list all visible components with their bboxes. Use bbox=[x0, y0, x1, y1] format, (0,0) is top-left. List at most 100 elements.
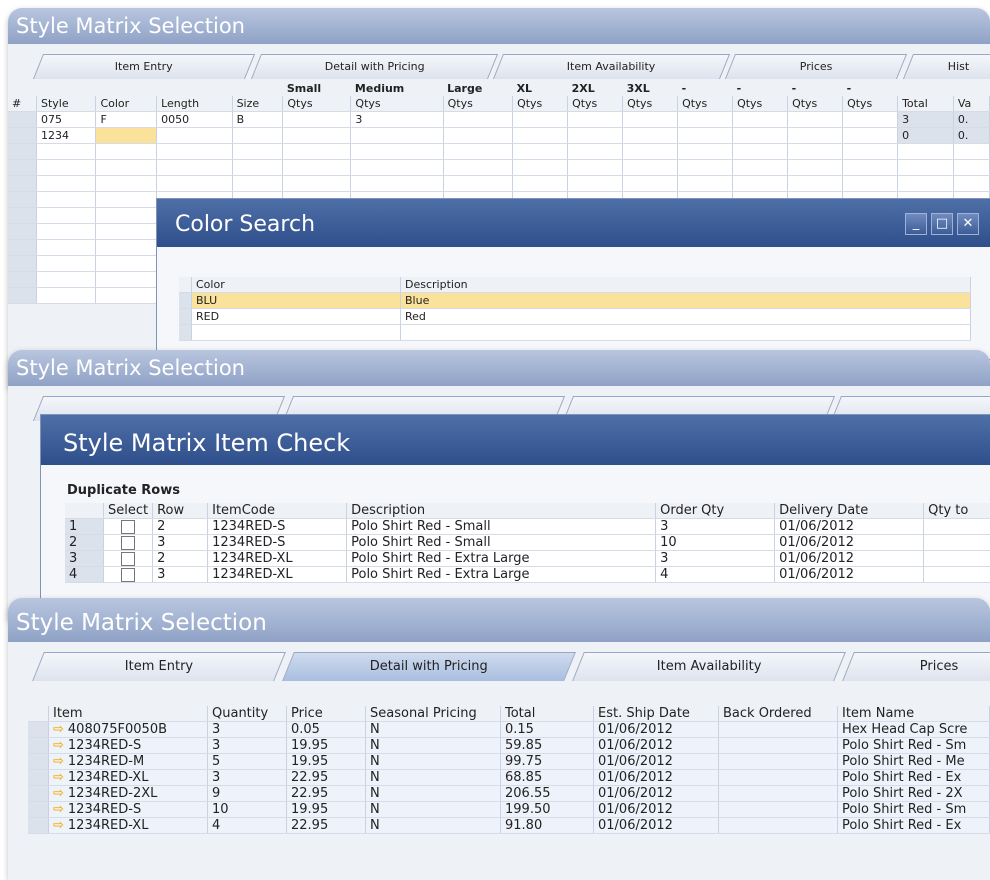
style-cell[interactable]: 075 bbox=[36, 111, 97, 128]
qty-cell[interactable] bbox=[842, 111, 899, 128]
qty-cell[interactable] bbox=[512, 127, 569, 144]
tab-detail-pricing[interactable]: Detail with Pricing bbox=[282, 652, 576, 681]
link-arrow-icon[interactable]: ⇨ bbox=[53, 754, 64, 769]
item-cell[interactable]: ⇨ 1234RED-S bbox=[48, 801, 208, 818]
seasonal-pricing-cell[interactable]: N bbox=[365, 721, 501, 738]
price-cell[interactable]: 19.95 bbox=[286, 737, 366, 754]
table-row[interactable]: ⇨ 1234RED-XL 4 22.95 N 91.80 01/06/2012 Polo Sh… bbox=[28, 817, 990, 834]
tab-item-entry[interactable]: Item Entry bbox=[32, 54, 256, 79]
quantity-cell[interactable]: 9 bbox=[207, 785, 287, 802]
qty-cell[interactable] bbox=[443, 111, 514, 128]
quantity-cell[interactable]: 3 bbox=[207, 721, 287, 738]
select-checkbox[interactable] bbox=[103, 534, 154, 551]
link-arrow-icon[interactable]: ⇨ bbox=[53, 802, 64, 817]
item-cell[interactable]: ⇨ 1234RED-2XL bbox=[48, 785, 208, 802]
select-checkbox[interactable] bbox=[103, 566, 154, 583]
qty-cell[interactable] bbox=[787, 127, 844, 144]
select-checkbox[interactable] bbox=[103, 550, 154, 567]
seasonal-pricing-cell[interactable]: N bbox=[365, 817, 501, 834]
qty-cell[interactable] bbox=[567, 127, 624, 144]
tab-detail-pricing[interactable]: Detail with Pricing bbox=[250, 54, 499, 79]
table-row[interactable]: 2 3 1234RED-S Polo Shirt Red - Small 10 … bbox=[65, 534, 990, 551]
ship-date-cell[interactable]: 01/06/2012 bbox=[593, 721, 719, 738]
qty-to-cell[interactable] bbox=[923, 550, 990, 567]
tab-prices[interactable]: Prices bbox=[724, 54, 908, 79]
link-arrow-icon[interactable]: ⇨ bbox=[53, 770, 64, 785]
size-cell[interactable] bbox=[232, 127, 284, 144]
length-cell[interactable]: 0050 bbox=[156, 111, 233, 128]
qty-cell[interactable] bbox=[842, 127, 899, 144]
table-row[interactable]: 1234 0 0. bbox=[8, 127, 990, 144]
table-row[interactable]: ⇨ 1234RED-XL 3 22.95 N 68.85 01/06/2012 Polo Sh… bbox=[28, 769, 990, 786]
seasonal-pricing-cell[interactable]: N bbox=[365, 753, 501, 770]
color-cell[interactable]: F bbox=[95, 111, 158, 128]
price-cell[interactable]: 19.95 bbox=[286, 801, 366, 818]
tab-history[interactable]: Hist bbox=[902, 54, 990, 79]
link-arrow-icon[interactable]: ⇨ bbox=[53, 818, 64, 833]
qty-cell[interactable] bbox=[282, 127, 352, 144]
seasonal-pricing-cell[interactable]: N bbox=[365, 801, 501, 818]
qty-cell[interactable] bbox=[282, 111, 352, 128]
ship-date-cell[interactable]: 01/06/2012 bbox=[593, 785, 719, 802]
price-cell[interactable]: 22.95 bbox=[286, 785, 366, 802]
item-cell[interactable]: ⇨ 1234RED-XL bbox=[48, 769, 208, 786]
seasonal-pricing-cell[interactable]: N bbox=[365, 785, 501, 802]
table-row[interactable]: 1 2 1234RED-S Polo Shirt Red - Small 3 0… bbox=[65, 518, 990, 535]
price-cell[interactable]: 22.95 bbox=[286, 769, 366, 786]
ship-date-cell[interactable]: 01/06/2012 bbox=[593, 737, 719, 754]
quantity-cell[interactable]: 10 bbox=[207, 801, 287, 818]
color-cell[interactable] bbox=[95, 127, 158, 144]
table-row[interactable]: 4 3 1234RED-XL Polo Shirt Red - Extra La… bbox=[65, 566, 990, 583]
qty-cell[interactable] bbox=[622, 111, 679, 128]
ship-date-cell[interactable]: 01/06/2012 bbox=[593, 801, 719, 818]
item-cell[interactable]: ⇨ 408075F0050B bbox=[48, 721, 208, 738]
ship-date-cell[interactable]: 01/06/2012 bbox=[593, 753, 719, 770]
ship-date-cell[interactable]: 01/06/2012 bbox=[593, 817, 719, 834]
table-row[interactable]: ⇨ 1234RED-S 10 19.95 N 199.50 01/06/2012 Polo S… bbox=[28, 801, 990, 818]
seasonal-pricing-cell[interactable]: N bbox=[365, 737, 501, 754]
qty-cell[interactable] bbox=[350, 127, 444, 144]
qty-cell[interactable] bbox=[677, 127, 734, 144]
close-icon[interactable]: ✕ bbox=[957, 213, 979, 235]
link-arrow-icon[interactable]: ⇨ bbox=[53, 738, 64, 753]
color-description[interactable]: Blue bbox=[400, 292, 971, 309]
table-row[interactable]: 075 F 0050 B 3 3 0. bbox=[8, 111, 990, 128]
table-row[interactable]: 3 2 1234RED-XL Polo Shirt Red - Extra La… bbox=[65, 550, 990, 567]
color-code[interactable]: BLU bbox=[191, 292, 401, 309]
size-cell[interactable]: B bbox=[232, 111, 284, 128]
tab-prices[interactable]: Prices bbox=[842, 652, 990, 681]
color-description[interactable]: Red bbox=[400, 308, 971, 325]
link-arrow-icon[interactable]: ⇨ bbox=[53, 786, 64, 801]
style-cell[interactable]: 1234 bbox=[36, 127, 97, 144]
price-cell[interactable]: 22.95 bbox=[286, 817, 366, 834]
color-code[interactable]: RED bbox=[191, 308, 401, 325]
qty-cell[interactable] bbox=[567, 111, 624, 128]
minimize-icon[interactable]: _ bbox=[905, 213, 927, 235]
item-cell[interactable]: ⇨ 1234RED-S bbox=[48, 737, 208, 754]
qty-to-cell[interactable] bbox=[923, 534, 990, 551]
price-cell[interactable]: 19.95 bbox=[286, 753, 366, 770]
quantity-cell[interactable]: 3 bbox=[207, 769, 287, 786]
item-cell[interactable]: ⇨ 1234RED-XL bbox=[48, 817, 208, 834]
qty-to-cell[interactable] bbox=[923, 518, 990, 535]
qty-cell[interactable] bbox=[787, 111, 844, 128]
item-cell[interactable]: ⇨ 1234RED-M bbox=[48, 753, 208, 770]
table-row[interactable]: ⇨ 1234RED-S 3 19.95 N 59.85 01/06/2012 Polo Shi… bbox=[28, 737, 990, 754]
table-row[interactable]: BLU Blue bbox=[179, 292, 971, 309]
quantity-cell[interactable]: 3 bbox=[207, 737, 287, 754]
table-row[interactable]: ⇨ 1234RED-M 5 19.95 N 99.75 01/06/2012 Polo Shi… bbox=[28, 753, 990, 770]
ship-date-cell[interactable]: 01/06/2012 bbox=[593, 769, 719, 786]
qty-cell[interactable] bbox=[732, 111, 789, 128]
qty-cell[interactable]: 3 bbox=[350, 111, 444, 128]
qty-cell[interactable] bbox=[732, 127, 789, 144]
qty-cell[interactable] bbox=[512, 111, 569, 128]
table-row[interactable]: ⇨ 1234RED-2XL 9 22.95 N 206.55 01/06/2012 Polo … bbox=[28, 785, 990, 802]
price-cell[interactable]: 0.05 bbox=[286, 721, 366, 738]
qty-cell[interactable] bbox=[622, 127, 679, 144]
tab-item-availability[interactable]: Item Availability bbox=[572, 652, 846, 681]
quantity-cell[interactable]: 4 bbox=[207, 817, 287, 834]
seasonal-pricing-cell[interactable]: N bbox=[365, 769, 501, 786]
qty-cell[interactable] bbox=[443, 127, 514, 144]
maximize-icon[interactable]: □ bbox=[931, 213, 953, 235]
table-row[interactable]: ⇨ 408075F0050B 3 0.05 N 0.15 01/06/2012 Hex Hea… bbox=[28, 721, 990, 738]
